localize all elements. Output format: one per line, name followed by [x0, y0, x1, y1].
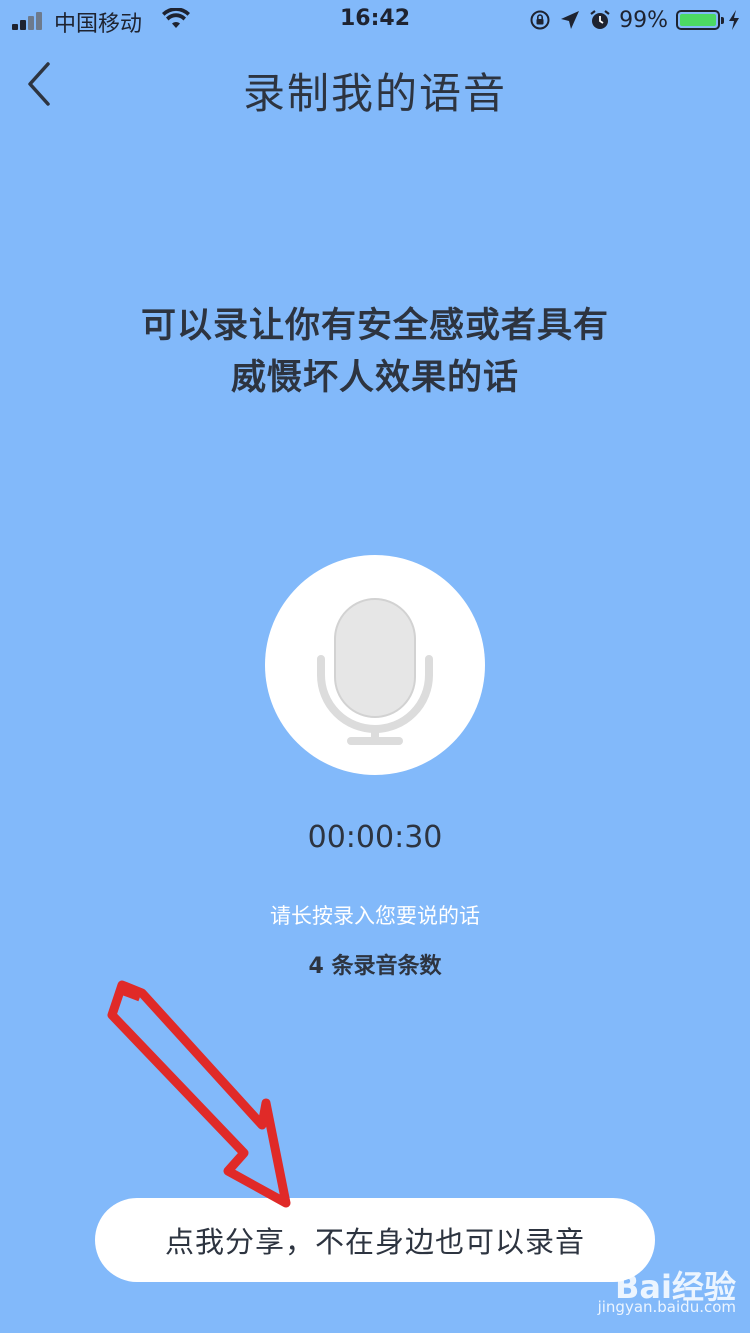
description: 可以录让你有安全感或者具有 威慑坏人效果的话: [75, 300, 675, 404]
microphone-icon: [317, 598, 433, 745]
description-line-2: 威慑坏人效果的话: [230, 358, 519, 398]
alarm-icon: [590, 10, 610, 29]
rotation-lock-icon: [530, 10, 550, 30]
watermark-url: jingyan.baidu.com: [597, 1298, 736, 1316]
charging-bolt-icon: [729, 10, 739, 30]
record-count: 4 条录音条数: [308, 954, 442, 979]
battery-icon: [676, 10, 724, 30]
share-button[interactable]: 点我分享，不在身边也可以录音: [95, 1198, 655, 1282]
annotation-arrow: [107, 980, 291, 1208]
page-title: 录制我的语音: [242, 69, 507, 118]
battery-percent: 99%: [619, 7, 668, 33]
record-button[interactable]: [265, 555, 485, 775]
status-right-group: 99%: [529, 6, 740, 34]
press-hint: 请长按录入您要说的话: [270, 904, 480, 928]
watermark: Bai经验 jingyan.baidu.com: [576, 1262, 736, 1322]
share-button-label: 点我分享，不在身边也可以录音: [164, 1225, 585, 1259]
record-timer: 00:00:30: [307, 820, 443, 855]
description-line-1: 可以录让你有安全感或者具有: [140, 306, 609, 346]
location-arrow-icon: [561, 11, 580, 29]
status-bar: 中国移动 16:42 99%: [0, 0, 750, 40]
